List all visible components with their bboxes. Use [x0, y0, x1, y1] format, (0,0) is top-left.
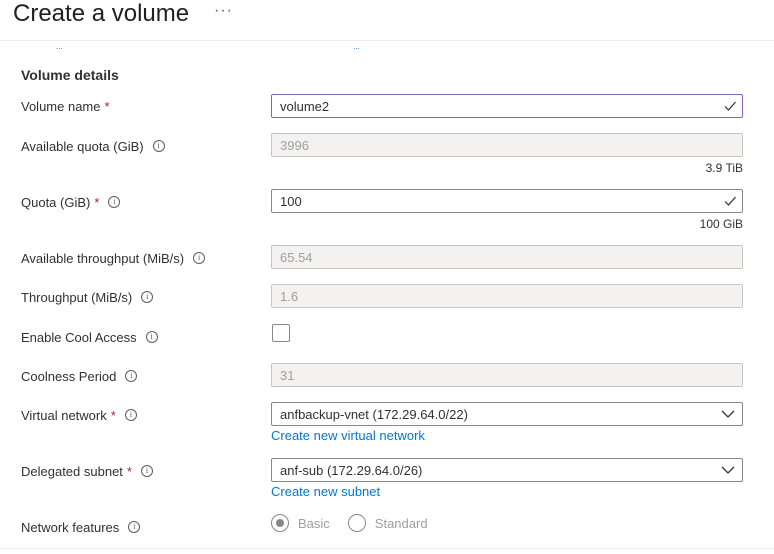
throughput-label: Throughput (MiB/s) i	[21, 288, 154, 306]
basic-radio[interactable]	[271, 514, 289, 532]
network-features-label: Network features i	[21, 518, 141, 536]
available-throughput-input: 65.54	[271, 245, 743, 269]
check-icon	[724, 196, 736, 206]
required-marker: *	[94, 194, 100, 210]
cool-access-checkbox[interactable]	[272, 324, 290, 342]
info-icon[interactable]: i	[108, 196, 121, 208]
quota-input[interactable]: 100	[271, 189, 743, 213]
cool-access-label: Enable Cool Access i	[21, 328, 158, 346]
available-quota-input: 3996	[271, 133, 743, 157]
delegated-subnet-label: Delegated subnet * i	[21, 462, 153, 480]
delegated-subnet-dropdown[interactable]: anf-sub (172.29.64.0/26)	[271, 458, 743, 482]
network-features-label-text: Network features	[21, 519, 120, 535]
standard-radio-label: Standard	[374, 515, 428, 531]
info-icon[interactable]: i	[128, 521, 141, 533]
coolness-period-value: 31	[280, 367, 295, 383]
quota-value: 100	[280, 193, 302, 209]
available-throughput-label-text: Available throughput (MiB/s)	[21, 250, 185, 266]
network-features-radio-group: Basic Standard	[271, 514, 446, 532]
available-quota-value: 3996	[280, 137, 309, 153]
quota-label-text: Quota (GiB)	[21, 194, 91, 210]
virtual-network-value: anfbackup-vnet (172.29.64.0/22)	[280, 406, 468, 422]
info-icon[interactable]: i	[124, 409, 137, 421]
cool-access-label-text: Enable Cool Access	[21, 329, 137, 345]
info-icon[interactable]: i	[193, 252, 206, 264]
more-options-icon[interactable]: ···	[214, 2, 233, 20]
throughput-value: 1.6	[280, 288, 299, 304]
volume-name-label: Volume name *	[21, 97, 110, 115]
bottom-divider	[0, 548, 774, 549]
create-subnet-link[interactable]: Create new subnet	[271, 484, 380, 499]
section-title: Volume details	[21, 67, 119, 83]
check-icon	[724, 101, 736, 111]
basic-radio-label: Basic	[298, 515, 330, 531]
volume-name-label-text: Volume name	[21, 98, 101, 114]
required-marker: *	[126, 463, 132, 479]
coolness-period-label: Coolness Period i	[21, 367, 138, 385]
chevron-down-icon	[721, 410, 735, 418]
quota-hint: 100 GiB	[699, 217, 743, 231]
cutoff-link: ...	[353, 42, 360, 51]
page-title: Create a volume	[13, 0, 190, 27]
throughput-input: 1.6	[271, 284, 743, 308]
delegated-subnet-label-text: Delegated subnet	[21, 463, 123, 479]
create-virtual-network-link[interactable]: Create new virtual network	[271, 428, 425, 443]
available-quota-hint: 3.9 TiB	[705, 161, 743, 175]
info-icon[interactable]: i	[125, 370, 138, 382]
virtual-network-label: Virtual network * i	[21, 406, 137, 424]
available-quota-label-text: Available quota (GiB)	[21, 138, 144, 154]
info-icon[interactable]: i	[141, 291, 154, 303]
virtual-network-label-text: Virtual network	[21, 407, 107, 423]
info-icon[interactable]: i	[145, 331, 158, 343]
coolness-period-input: 31	[271, 363, 743, 387]
available-quota-label: Available quota (GiB) i	[21, 137, 165, 155]
virtual-network-dropdown[interactable]: anfbackup-vnet (172.29.64.0/22)	[271, 402, 743, 426]
chevron-down-icon	[721, 466, 735, 474]
required-marker: *	[104, 98, 110, 114]
volume-name-input[interactable]: volume2	[271, 94, 743, 118]
standard-radio[interactable]	[347, 514, 366, 532]
throughput-label-text: Throughput (MiB/s)	[21, 289, 133, 305]
info-icon[interactable]: i	[140, 465, 153, 477]
quota-label: Quota (GiB) * i	[21, 193, 121, 211]
delegated-subnet-value: anf-sub (172.29.64.0/26)	[280, 462, 423, 478]
info-icon[interactable]: i	[152, 140, 165, 152]
volume-name-value: volume2	[280, 98, 330, 114]
coolness-period-label-text: Coolness Period	[21, 368, 117, 384]
available-throughput-label: Available throughput (MiB/s) i	[21, 249, 206, 267]
available-throughput-value: 65.54	[280, 249, 313, 265]
cutoff-text: ...	[56, 42, 63, 51]
required-marker: *	[110, 407, 116, 423]
